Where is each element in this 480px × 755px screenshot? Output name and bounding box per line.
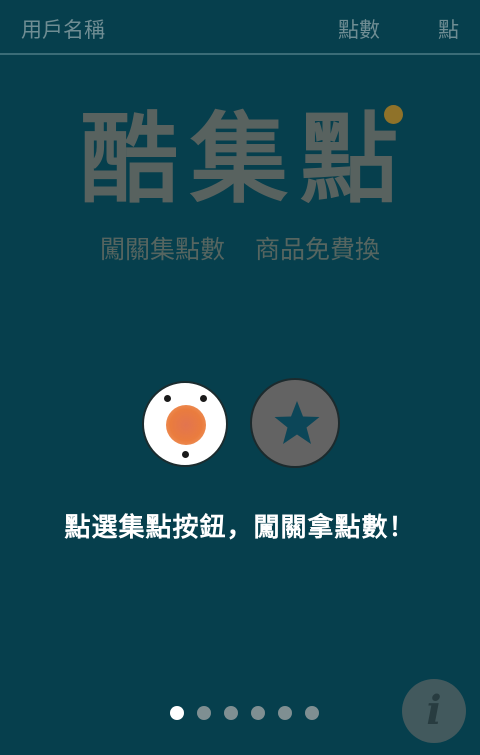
page-dot[interactable] [197, 706, 211, 720]
page-dot[interactable] [224, 706, 238, 720]
points-label: 點數 [338, 18, 380, 42]
tagline-part2: 商品免費換 [255, 235, 381, 264]
info-button[interactable]: i [402, 679, 466, 743]
app-logo: 酷集點 [70, 100, 420, 225]
star-button[interactable] [250, 378, 340, 468]
dot-icon [200, 395, 207, 402]
tagline-part1: 闖關集點數 [99, 235, 225, 264]
info-icon: i [426, 687, 442, 734]
page-dot[interactable] [251, 706, 265, 720]
tagline: 闖關集點數 商品免費換 [0, 230, 480, 266]
page-dot[interactable] [278, 706, 292, 720]
logo-dot-icon [384, 105, 403, 124]
top-bar: 用戶名稱 點數 點 [0, 0, 480, 55]
user-name[interactable]: 用戶名稱 [21, 14, 105, 44]
collect-target-icon [166, 405, 206, 445]
tutorial-instruction: 點選集點按鈕，闖關拿點數！ [64, 513, 416, 543]
page-dot[interactable] [305, 706, 319, 720]
star-icon [274, 401, 320, 444]
logo-title: 酷集點 [79, 102, 410, 217]
dot-icon [182, 451, 189, 458]
points-value: 點 [438, 18, 459, 42]
dot-icon [164, 395, 171, 402]
page-indicator [170, 706, 319, 722]
page-dot-active[interactable] [170, 706, 184, 720]
collect-button[interactable] [142, 381, 228, 467]
